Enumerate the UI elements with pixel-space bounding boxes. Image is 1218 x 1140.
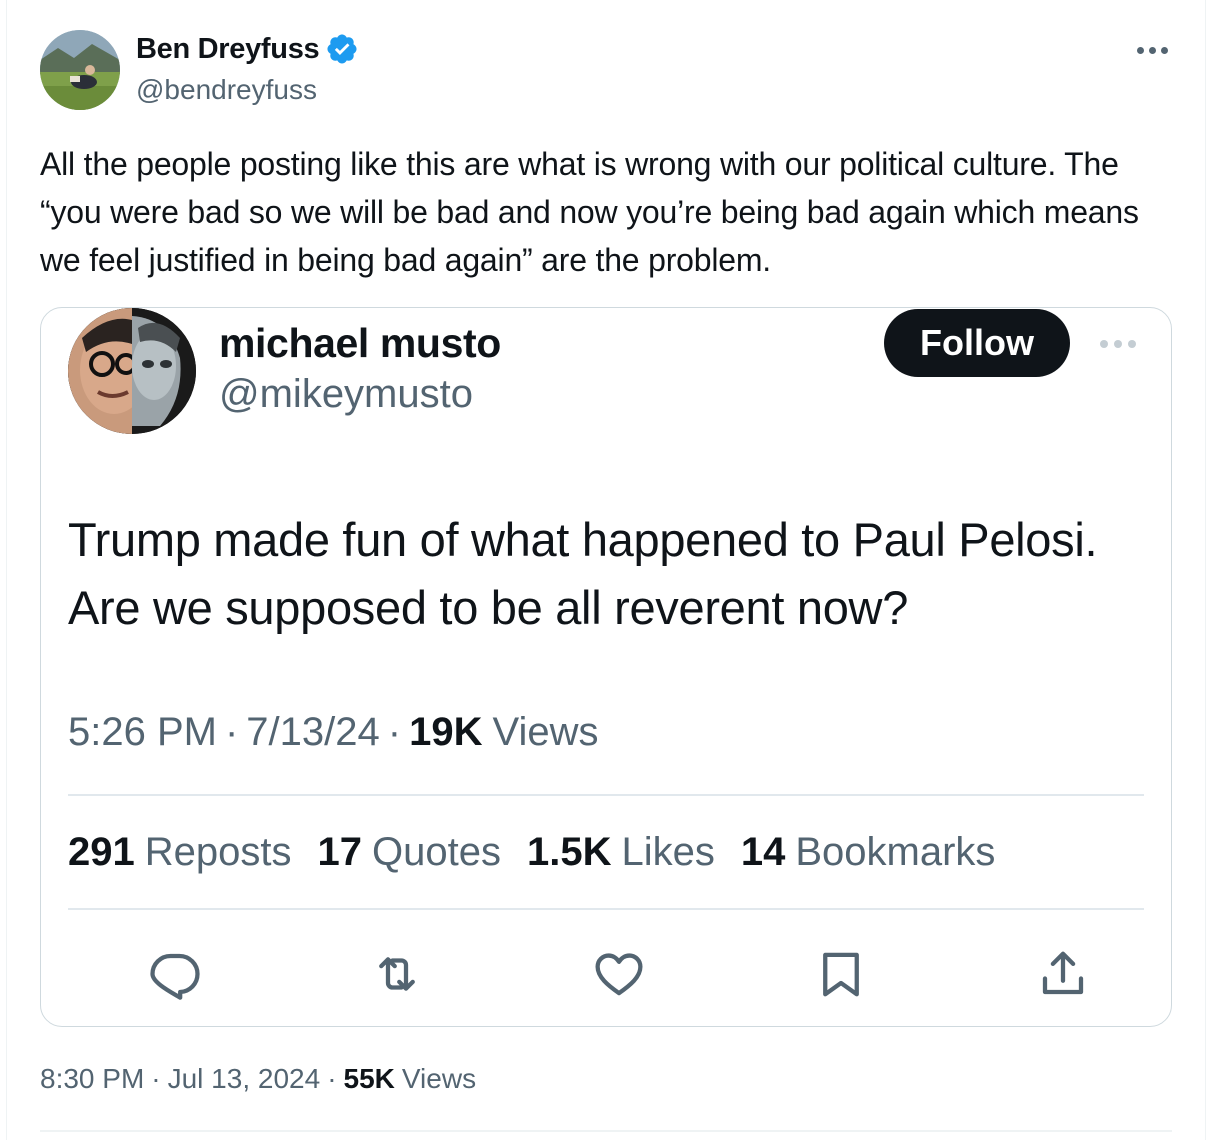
repost-button[interactable] (367, 944, 427, 1004)
quoted-avatar-image (68, 308, 196, 434)
share-icon (1042, 951, 1084, 995)
avatar-image (40, 30, 120, 110)
bookmark-button[interactable] (811, 944, 871, 1004)
like-button[interactable] (589, 944, 649, 1004)
tweet-meta: 8:30 PM · Jul 13, 2024 · 55K Views (40, 1063, 476, 1095)
meta-separator: · (327, 1063, 337, 1094)
action-bar (141, 944, 1084, 1004)
reply-button[interactable] (145, 944, 205, 1004)
quoted-author-avatar[interactable] (68, 308, 196, 434)
reposts-stat[interactable]: 291 Reposts (68, 830, 292, 875)
dot-icon (1148, 46, 1156, 54)
bookmarks-stat[interactable]: 14 Bookmarks (741, 830, 996, 875)
dot-icon (1114, 340, 1122, 348)
quotes-label: Quotes (372, 830, 501, 874)
follow-button[interactable]: Follow (884, 309, 1070, 377)
dot-icon (1160, 46, 1168, 54)
tweet-time[interactable]: 8:30 PM (40, 1063, 144, 1095)
quoted-more-options-icon[interactable] (1095, 334, 1141, 354)
author-avatar[interactable] (40, 30, 120, 110)
like-icon (595, 953, 643, 996)
quoted-tweet-stats: 291 Reposts 17 Quotes 1.5K Likes 14 Bookmark… (68, 830, 1021, 875)
divider (40, 1130, 1172, 1132)
quoted-views-label: Views (492, 710, 599, 754)
tweet-views-count: 55K (343, 1063, 395, 1094)
tweet-date[interactable]: Jul 13, 2024 (168, 1063, 321, 1095)
verified-badge-icon (325, 32, 359, 66)
quoted-views-count: 19K (409, 710, 483, 754)
dot-icon (1100, 340, 1108, 348)
tweet-views-label: Views (401, 1063, 477, 1094)
bookmark-icon (823, 952, 859, 997)
meta-separator: · (224, 710, 239, 754)
divider (68, 908, 1144, 910)
quoted-tweet-card[interactable]: michael musto @mikeymusto Follow Trump m… (40, 307, 1172, 1027)
author-display-name[interactable]: Ben Dreyfuss (136, 33, 320, 66)
repost-icon (379, 957, 415, 991)
likes-label: Likes (621, 830, 715, 874)
share-button[interactable] (1033, 944, 1093, 1004)
bookmarks-label: Bookmarks (795, 830, 996, 874)
dot-icon (1128, 340, 1136, 348)
likes-count: 1.5K (526, 830, 612, 874)
meta-separator: · (387, 710, 402, 754)
dot-icon (1136, 46, 1144, 54)
quoted-time[interactable]: 5:26 PM (68, 710, 217, 755)
meta-separator: · (151, 1063, 161, 1094)
reply-icon (150, 953, 200, 1000)
bookmarks-count: 14 (740, 830, 786, 874)
quotes-stat[interactable]: 17 Quotes (318, 830, 501, 875)
reposts-count: 291 (68, 830, 135, 874)
author-handle[interactable]: @bendreyfuss (136, 74, 317, 106)
more-options-icon[interactable] (1128, 38, 1176, 62)
author-name-row: Ben Dreyfuss (136, 32, 359, 66)
quoted-tweet-meta: 5:26 PM · 7/13/24 · 19K Views (68, 710, 598, 755)
quoted-author-display-name[interactable]: michael musto (219, 320, 501, 367)
reposts-label: Reposts (144, 830, 292, 874)
quoted-date[interactable]: 7/13/24 (246, 710, 379, 755)
quotes-count: 17 (317, 830, 363, 874)
likes-stat[interactable]: 1.5K Likes (527, 830, 715, 875)
divider (68, 794, 1144, 796)
quoted-author-handle[interactable]: @mikeymusto (219, 372, 473, 417)
tweet-text: All the people posting like this are wha… (40, 146, 1139, 278)
quoted-tweet-text: Trump made fun of what happened to Paul … (68, 513, 1098, 634)
